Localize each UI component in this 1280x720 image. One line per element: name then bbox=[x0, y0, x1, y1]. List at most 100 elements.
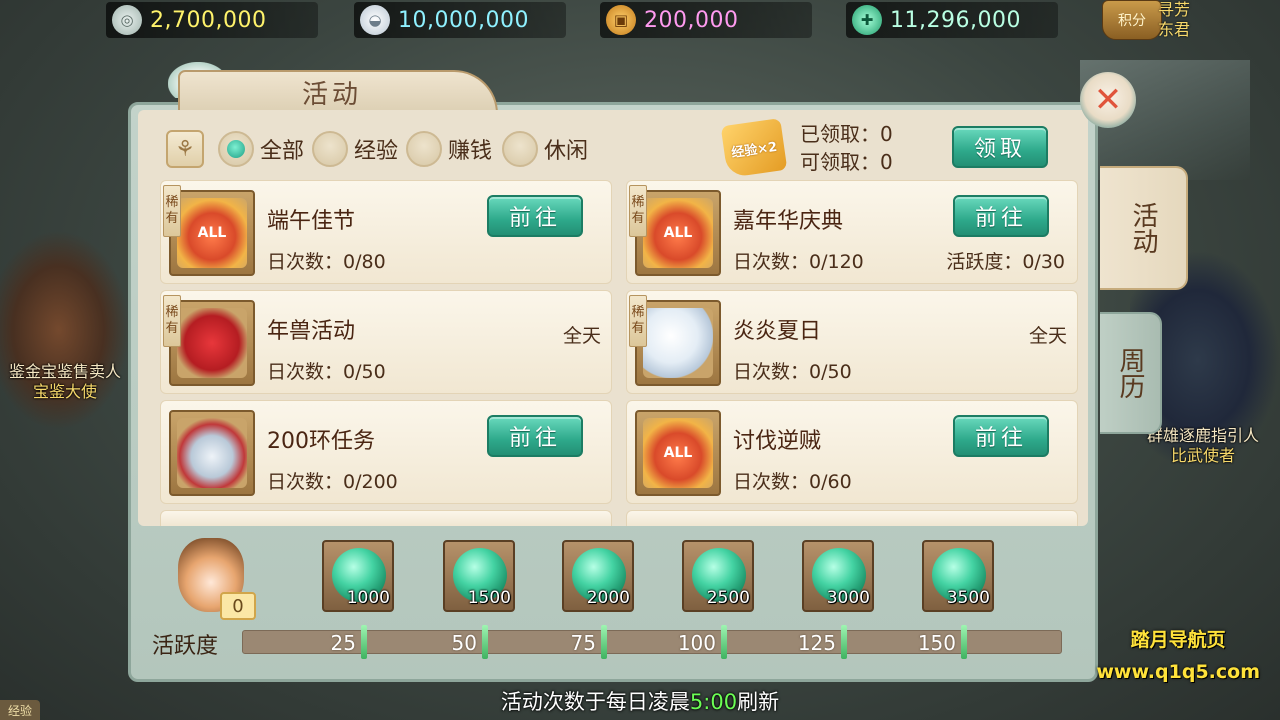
activity-card-rebels[interactable]: ALL 讨伐逆贼 日次数：0/60 前往 bbox=[626, 400, 1078, 504]
activity-count: 日次数：0/50 bbox=[733, 361, 852, 383]
currency-bar: ◎ 2,700,000 ◒ 10,000,000 ▣ 200,000 ✚ 11,… bbox=[100, 0, 1100, 40]
claimable-count: 可领取：0 bbox=[800, 150, 893, 174]
activity-vitality: 活跃度：0/30 bbox=[946, 251, 1065, 273]
currency-copper[interactable]: ▣ 200,000 bbox=[600, 2, 812, 38]
goto-button[interactable]: 前往 bbox=[487, 195, 583, 237]
radio-selected-icon bbox=[218, 131, 254, 167]
activity-name: 嘉年华庆典 bbox=[733, 209, 844, 234]
rare-tag: 稀有 bbox=[163, 185, 181, 237]
filter-money-label: 赚钱 bbox=[448, 139, 493, 164]
close-icon: ✕ bbox=[1093, 80, 1123, 120]
rare-tag: 稀有 bbox=[629, 295, 647, 347]
activity-card-summer[interactable]: 稀有 炎炎夏日 日次数：0/50 全天 bbox=[626, 290, 1078, 394]
silver-ingot-icon bbox=[177, 418, 247, 488]
vitality-mark-label: 150 bbox=[917, 631, 956, 655]
gift-box-icon: ALL bbox=[643, 198, 713, 268]
exp-chip[interactable]: 经验 bbox=[0, 700, 40, 720]
mascot-avatar: 0 bbox=[160, 530, 270, 620]
left-npc-role: 鉴金宝鉴售卖人 bbox=[8, 362, 121, 381]
radio-icon bbox=[502, 131, 538, 167]
reward-chest[interactable]: 1000 bbox=[322, 540, 394, 612]
currency-coin-value: 2,700,000 bbox=[150, 7, 267, 33]
watermark-line2: www.q1q5.com bbox=[1096, 661, 1260, 683]
reward-amount: 3000 bbox=[826, 588, 870, 608]
activity-name: 年兽活动 bbox=[267, 319, 356, 344]
claim-button[interactable]: 领取 bbox=[952, 126, 1048, 168]
filter-leisure-label: 休闲 bbox=[544, 139, 589, 164]
vitality-label: 活跃度 bbox=[152, 634, 219, 659]
filter-toggle-button[interactable]: ⚘ bbox=[166, 130, 204, 168]
reward-amount: 2000 bbox=[586, 588, 630, 608]
activity-card-dragon-boat[interactable]: ALL 稀有 端午佳节 日次数：0/80 前往 bbox=[160, 180, 612, 284]
filter-all-label: 全部 bbox=[260, 139, 305, 164]
activity-thumb bbox=[169, 300, 255, 386]
activity-card-partial[interactable] bbox=[160, 510, 612, 526]
tab-weekly-calendar[interactable]: 周历 bbox=[1100, 312, 1162, 434]
tab-activities-label: 活动 bbox=[1128, 202, 1158, 254]
activity-name: 端午佳节 bbox=[267, 209, 356, 234]
radio-icon bbox=[406, 131, 442, 167]
currency-jade[interactable]: ✚ 11,296,000 bbox=[846, 2, 1058, 38]
points-badge[interactable]: 积分 bbox=[1102, 0, 1162, 40]
activity-card-200-ring[interactable]: 200环任务 日次数：0/200 前往 bbox=[160, 400, 612, 504]
left-npc-label: 鉴金宝鉴售卖人 宝鉴大使 bbox=[0, 362, 130, 402]
activity-card-nian-beast[interactable]: 稀有 年兽活动 日次数：0/50 全天 bbox=[160, 290, 612, 394]
exp-double-badge: 经验×2 bbox=[720, 118, 788, 178]
activity-count: 日次数：0/60 bbox=[733, 471, 852, 493]
jade-icon: ✚ bbox=[852, 5, 882, 35]
filter-exp[interactable]: 经验 bbox=[312, 130, 398, 168]
coin-icon: ◎ bbox=[112, 5, 142, 35]
activity-thumb: ALL bbox=[635, 190, 721, 276]
filter-exp-label: 经验 bbox=[354, 139, 399, 164]
activity-name: 讨伐逆贼 bbox=[733, 429, 822, 454]
filter-money[interactable]: 赚钱 bbox=[406, 130, 492, 168]
reward-chest[interactable]: 3000 bbox=[802, 540, 874, 612]
refresh-note-prefix: 活动次数于每日凌晨 bbox=[500, 690, 690, 714]
filter-leisure[interactable]: 休闲 bbox=[502, 130, 588, 168]
copper-coin-icon: ▣ bbox=[606, 5, 636, 35]
currency-silver-value: 10,000,000 bbox=[398, 7, 529, 33]
filter-all[interactable]: 全部 bbox=[218, 130, 304, 168]
activity-time: 全天 bbox=[562, 325, 601, 347]
close-button[interactable]: ✕ bbox=[1080, 72, 1136, 128]
activity-count: 日次数：0/200 bbox=[267, 471, 398, 493]
activity-count: 日次数：0/120 bbox=[733, 251, 864, 273]
top-right-npc-line1: 寻芳 bbox=[1158, 0, 1191, 19]
goto-button[interactable]: 前往 bbox=[487, 415, 583, 457]
reward-amount: 1000 bbox=[346, 588, 390, 608]
panel-title-tab: 活动 bbox=[178, 70, 498, 114]
currency-coin[interactable]: ◎ 2,700,000 bbox=[106, 2, 318, 38]
activity-thumb: ALL bbox=[169, 190, 255, 276]
reward-amount: 3500 bbox=[946, 588, 990, 608]
activity-thumb: ALL bbox=[635, 410, 721, 496]
watermark-line1: 踏月导航页 bbox=[1130, 629, 1226, 651]
goto-button[interactable]: 前往 bbox=[953, 195, 1049, 237]
tab-activities[interactable]: 活动 bbox=[1100, 166, 1188, 290]
top-right-npc-line2: 东君 bbox=[1158, 20, 1191, 39]
silver-ingot-icon: ◒ bbox=[360, 5, 390, 35]
vitality-tick bbox=[961, 625, 967, 659]
right-npc-name: 比武使者 bbox=[1170, 446, 1235, 465]
activity-thumb bbox=[169, 410, 255, 496]
current-vitality-badge: 0 bbox=[220, 592, 256, 620]
reward-chest[interactable]: 2500 bbox=[682, 540, 754, 612]
reward-amount: 1500 bbox=[467, 588, 511, 608]
goto-button[interactable]: 前往 bbox=[953, 415, 1049, 457]
filter-icon: ⚘ bbox=[175, 136, 195, 162]
reward-chest[interactable]: 1500 bbox=[443, 540, 515, 612]
reward-chest[interactable]: 3500 bbox=[922, 540, 994, 612]
activity-card-partial[interactable] bbox=[626, 510, 1078, 526]
reward-chest[interactable]: 2000 bbox=[562, 540, 634, 612]
refresh-note-time: 5:00 bbox=[689, 690, 738, 714]
rare-tag: 稀有 bbox=[163, 295, 181, 347]
firecracker-icon bbox=[177, 308, 247, 378]
currency-jade-value: 11,296,000 bbox=[890, 7, 1021, 33]
reward-amount: 2500 bbox=[706, 588, 750, 608]
currency-silver[interactable]: ◒ 10,000,000 bbox=[354, 2, 566, 38]
snowball-icon bbox=[643, 308, 713, 378]
activity-card-carnival[interactable]: ALL 稀有 嘉年华庆典 日次数：0/120 活跃度：0/30 前往 bbox=[626, 180, 1078, 284]
watermark: 踏月导航页 www.q1q5.com bbox=[1096, 624, 1260, 688]
claimed-count: 已领取：0 bbox=[800, 122, 893, 146]
activity-time: 全天 bbox=[1028, 325, 1067, 347]
left-npc-name: 宝鉴大使 bbox=[32, 382, 97, 401]
